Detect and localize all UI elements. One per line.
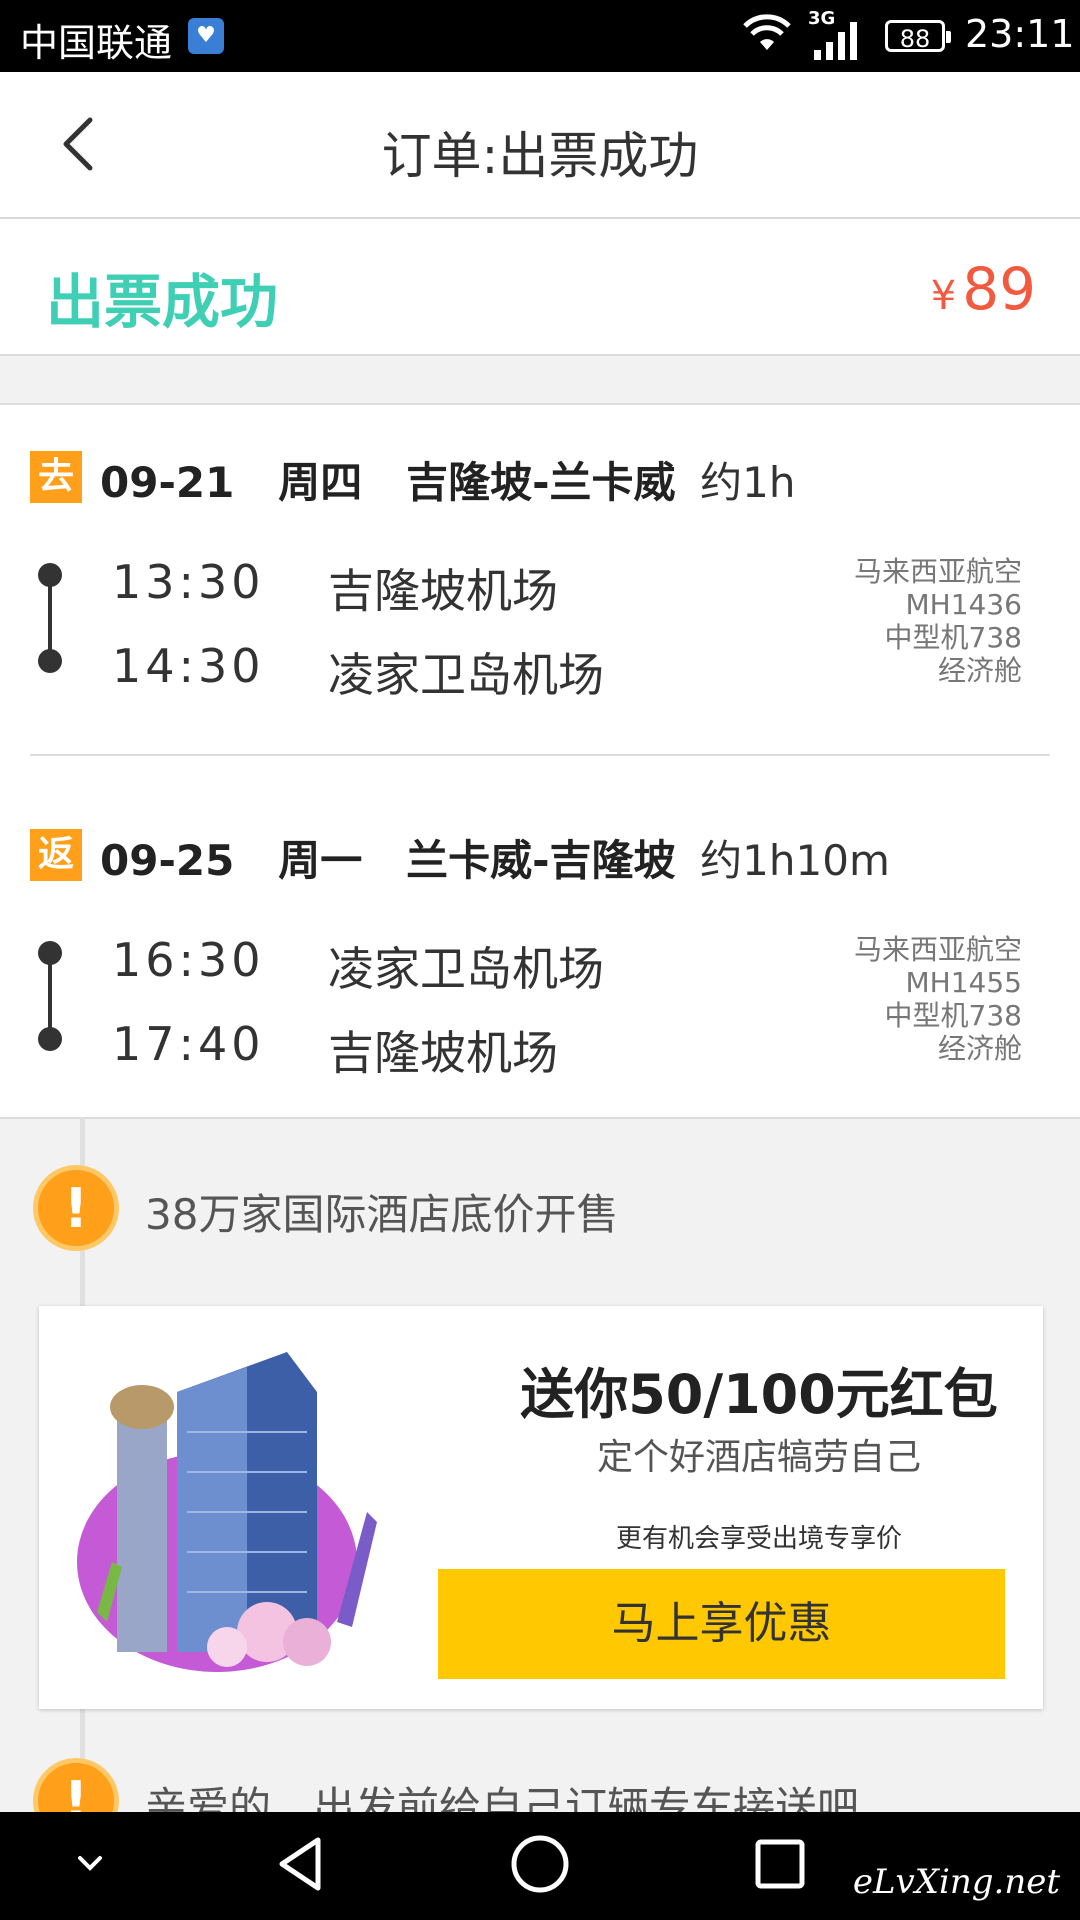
flight-leg-header: 09-21 周四 吉隆坡-兰卡威 约1h	[100, 449, 796, 510]
airline-name: 马来西亚航空	[853, 933, 1022, 966]
cabin-class: 经济舱	[937, 654, 1022, 687]
page-title: 订单:出票成功	[381, 127, 699, 185]
flight-duration: 约1h	[700, 458, 796, 507]
cabin-class: 经济舱	[937, 1032, 1022, 1065]
arrive-time: 14:30	[112, 639, 265, 693]
flight-leg-outbound[interactable]: 去 09-21 周四 吉隆坡-兰卡威 约1h 13:30 吉隆坡机场 14:30…	[0, 405, 1080, 756]
arrive-airport: 凌家卫岛机场	[328, 648, 604, 702]
recent-apps-icon[interactable]	[752, 1832, 808, 1896]
flight-date: 09-25	[100, 836, 235, 885]
title-bar: 订单:出票成功	[0, 72, 1080, 219]
wifi-icon	[743, 14, 791, 50]
divider	[30, 754, 1050, 756]
flight-leg-header: 09-25 周一 兰卡威-吉隆坡 约1h10m	[100, 827, 890, 888]
signal-icon	[814, 22, 857, 60]
flight-weekday: 周四	[278, 458, 363, 507]
carrier-name: 中国联通	[20, 21, 173, 65]
home-circle-icon[interactable]	[508, 1832, 572, 1896]
depart-time: 16:30	[112, 933, 265, 987]
order-status-label: 出票成功	[46, 268, 279, 336]
flight-route: 吉隆坡-兰卡威	[406, 458, 676, 507]
flight-duration: 约1h10m	[700, 836, 890, 885]
price-value: 89	[962, 255, 1036, 323]
flight-info: 马来西亚航空 MH1455 中型机738 经济舱	[722, 933, 1022, 1065]
outbound-tag: 去	[30, 451, 82, 503]
arrive-airport: 吉隆坡机场	[328, 1026, 558, 1080]
return-tag: 返	[30, 829, 82, 881]
alert-text: 38万家国际酒店底价开售	[145, 1190, 619, 1239]
hotel-building-image	[77, 1352, 377, 1672]
currency-symbol: ¥	[930, 273, 957, 319]
arrive-dot	[38, 649, 62, 673]
arrive-dot	[38, 1027, 62, 1051]
clock: 23:11	[965, 12, 1075, 56]
depart-airport: 吉隆坡机场	[328, 564, 558, 618]
flight-leg-return[interactable]: 返 09-25 周一 兰卡威-吉隆坡 约1h10m 16:30 凌家卫岛机场 1…	[0, 783, 1080, 1133]
promo-note: 更有机会享受出境专享价	[615, 1524, 902, 1554]
flight-number: MH1455	[905, 966, 1022, 999]
status-bar: 中国联通 ♥ 3G 88 23:11	[0, 0, 1080, 72]
arrive-time: 17:40	[112, 1017, 265, 1071]
airline-name: 马来西亚航空	[853, 555, 1022, 588]
aircraft-type: 中型机738	[884, 621, 1022, 654]
back-triangle-icon[interactable]	[270, 1832, 330, 1896]
flight-number: MH1436	[905, 588, 1022, 621]
watermark-text: eLvXing.net	[852, 1862, 1060, 1902]
hotel-alert[interactable]: ! 38万家国际酒店底价开售	[33, 1165, 1033, 1265]
order-status-row: 出票成功 ¥89	[0, 219, 1080, 356]
promo-subtitle: 定个好酒店犒劳自己	[596, 1437, 921, 1478]
get-discount-button[interactable]: 马上享优惠	[438, 1569, 1005, 1679]
exclamation-icon: !	[33, 1165, 119, 1251]
flight-route: 兰卡威-吉隆坡	[406, 836, 676, 885]
flight-date: 09-21	[100, 458, 235, 507]
aircraft-type: 中型机738	[884, 999, 1022, 1032]
flight-weekday: 周一	[278, 836, 363, 885]
promo-title: 送你50/100元红包	[520, 1363, 998, 1426]
chevron-down-icon[interactable]	[70, 1848, 110, 1878]
depart-airport: 凌家卫岛机场	[328, 942, 604, 996]
system-nav-bar: eLvXing.net	[0, 1812, 1080, 1920]
flight-info: 马来西亚航空 MH1436 中型机738 经济舱	[722, 555, 1022, 687]
battery-icon: 88	[885, 20, 951, 53]
flight-list: 去 09-21 周四 吉隆坡-兰卡威 约1h 13:30 吉隆坡机场 14:30…	[0, 403, 1080, 1119]
depart-time: 13:30	[112, 555, 265, 609]
order-price: ¥89	[931, 255, 1036, 323]
health-app-icon: ♥	[188, 18, 224, 54]
hotel-promo-card[interactable]: 送你50/100元红包 定个好酒店犒劳自己 更有机会享受出境专享价 马上享优惠	[39, 1306, 1043, 1709]
